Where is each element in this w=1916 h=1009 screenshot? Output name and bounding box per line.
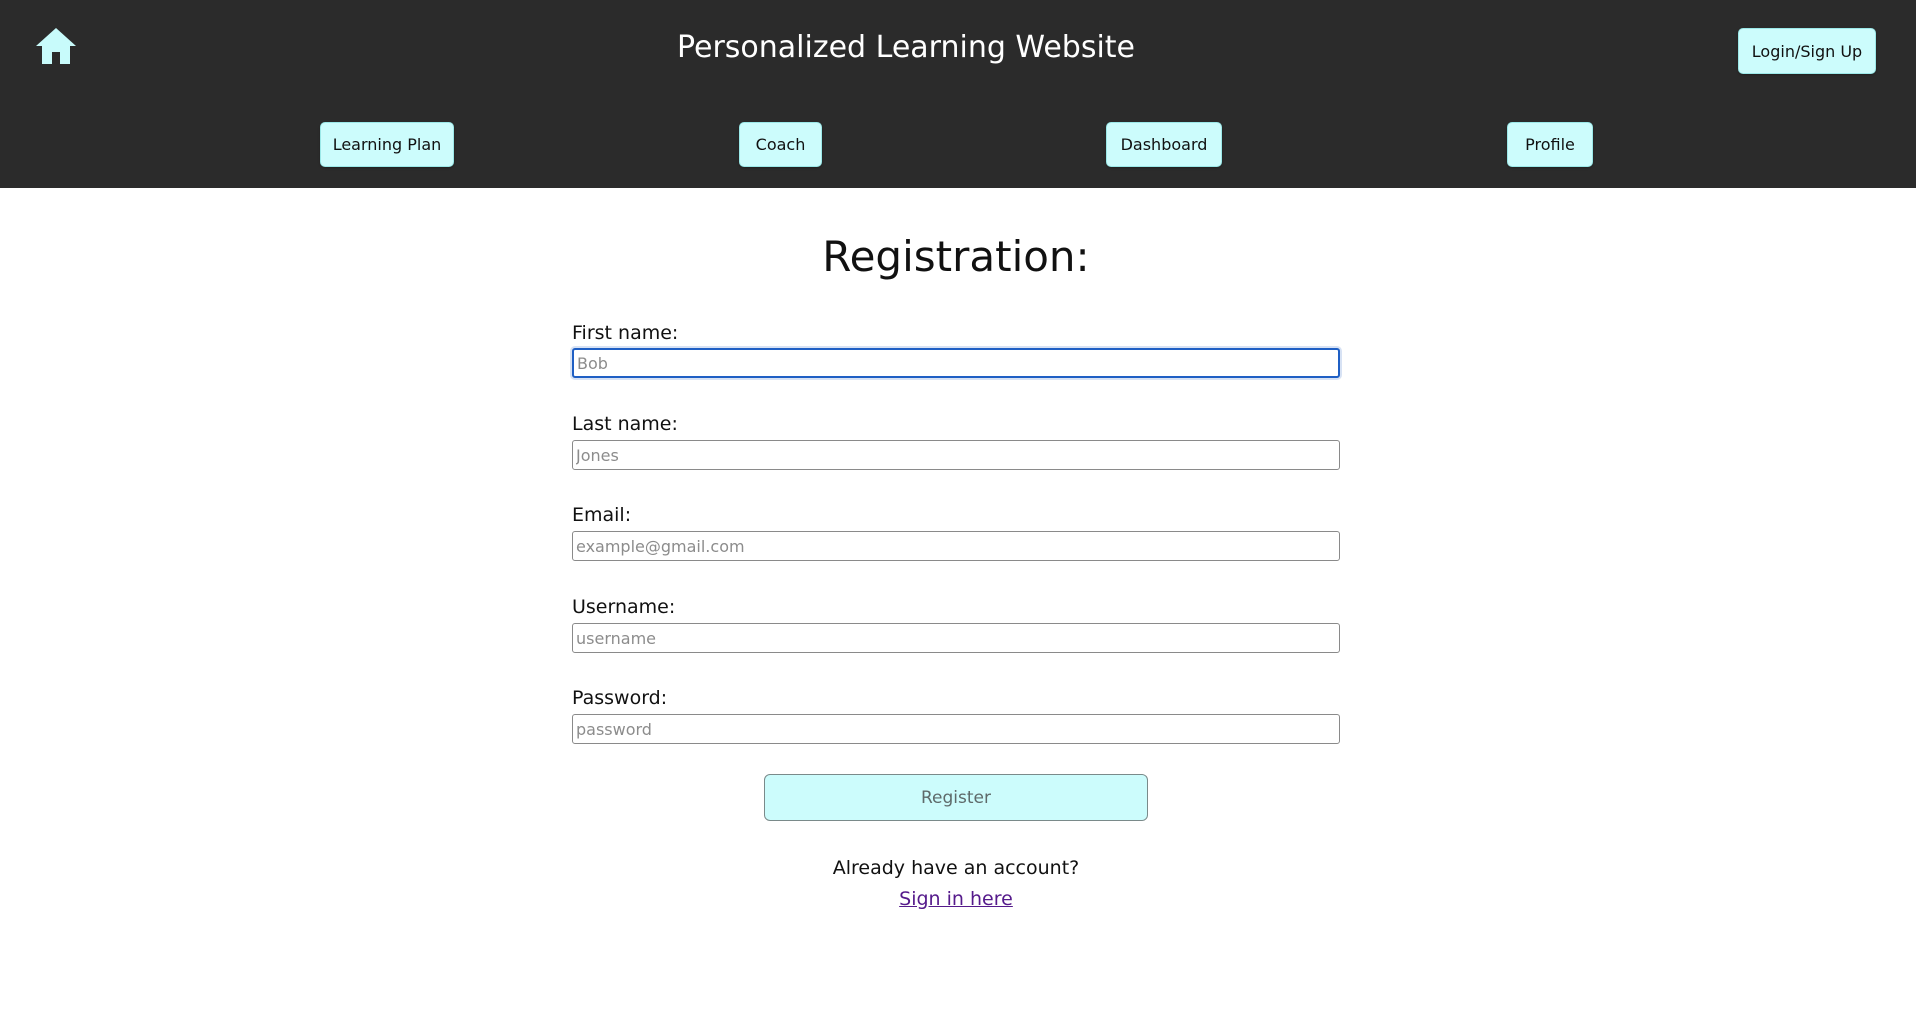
nav-profile-button[interactable]: Profile: [1507, 122, 1593, 167]
already-have-account-text: Already have an account?: [832, 857, 1080, 879]
login-signup-button[interactable]: Login/Sign Up: [1738, 28, 1876, 74]
page-title: Registration:: [822, 232, 1090, 281]
last-name-label: Last name:: [572, 413, 678, 435]
nav-dashboard-button[interactable]: Dashboard: [1106, 122, 1222, 167]
nav-learning-plan-button[interactable]: Learning Plan: [320, 122, 454, 167]
password-label: Password:: [572, 687, 668, 709]
site-title: Personalized Learning Website: [676, 30, 1135, 65]
register-button[interactable]: Register: [764, 774, 1148, 821]
password-field[interactable]: [572, 714, 1340, 744]
last-name-field[interactable]: [572, 440, 1340, 470]
sign-in-link[interactable]: Sign in here: [899, 888, 1013, 910]
username-label: Username:: [572, 596, 676, 618]
signin-link-container: Sign in here: [0, 888, 1912, 910]
email-label: Email:: [572, 504, 632, 526]
email-field[interactable]: [572, 531, 1340, 561]
site-header: Personalized Learning Website Login/Sign…: [0, 0, 1916, 188]
first-name-field[interactable]: [572, 348, 1340, 378]
username-field[interactable]: [572, 623, 1340, 653]
nav-coach-button[interactable]: Coach: [739, 122, 822, 167]
first-name-label: First name:: [572, 322, 679, 344]
